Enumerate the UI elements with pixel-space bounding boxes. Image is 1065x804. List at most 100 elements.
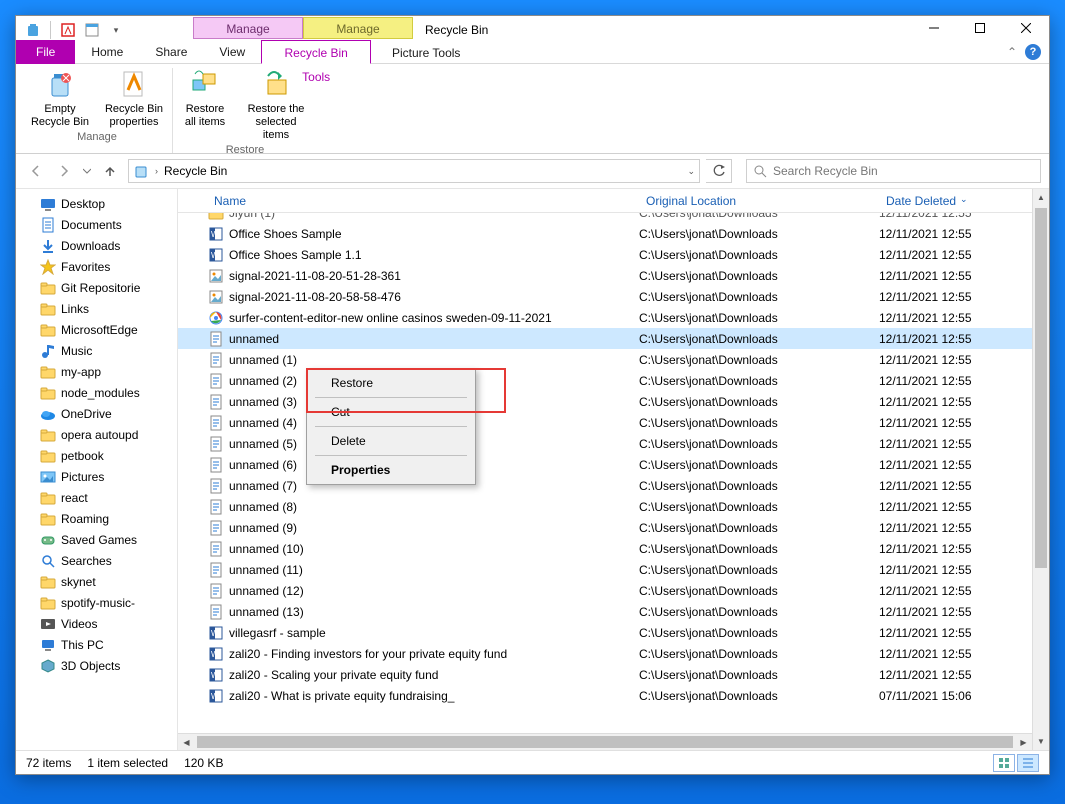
- file-row[interactable]: signal-2021-11-08-20-51-28-361C:\Users\j…: [178, 265, 1049, 286]
- context-restore[interactable]: Restore: [309, 371, 473, 395]
- file-row[interactable]: signal-2021-11-08-20-58-58-476C:\Users\j…: [178, 286, 1049, 307]
- refresh-button[interactable]: [706, 159, 732, 183]
- qat-item-icon[interactable]: [83, 21, 101, 39]
- restore-all-button[interactable]: Restore all items: [179, 68, 231, 142]
- address-path[interactable]: Recycle Bin: [164, 164, 227, 178]
- column-date-deleted[interactable]: Date Deleted ⌄: [880, 194, 1049, 208]
- tree-item[interactable]: spotify-music-: [16, 592, 177, 613]
- file-row[interactable]: unnamed (9)C:\Users\jonat\Downloads12/11…: [178, 517, 1049, 538]
- column-name[interactable]: Name: [208, 194, 640, 208]
- tree-item[interactable]: MicrosoftEdge: [16, 319, 177, 340]
- file-name: unnamed (13): [229, 605, 639, 619]
- collapse-ribbon-icon[interactable]: ⌃: [1007, 45, 1017, 59]
- file-name: unnamed: [229, 332, 639, 346]
- tab-picture-tools[interactable]: Picture Tools: [371, 40, 481, 64]
- tab-view[interactable]: View: [203, 40, 261, 64]
- chevron-right-icon[interactable]: ›: [155, 166, 158, 176]
- tab-share[interactable]: Share: [139, 40, 203, 64]
- file-name: Jiyun (1): [229, 213, 639, 220]
- file-row[interactable]: Wzali20 - What is private equity fundrai…: [178, 685, 1049, 706]
- context-tab-group: Manage Manage: [193, 17, 413, 39]
- address-bar[interactable]: › Recycle Bin ⌄: [128, 159, 700, 183]
- file-row[interactable]: unnamed (13)C:\Users\jonat\Downloads12/1…: [178, 601, 1049, 622]
- tree-item[interactable]: Links: [16, 298, 177, 319]
- navigation-tree[interactable]: DesktopDocumentsDownloadsFavoritesGit Re…: [16, 189, 178, 750]
- file-row[interactable]: WOffice Shoes SampleC:\Users\jonat\Downl…: [178, 223, 1049, 244]
- file-row[interactable]: unnamed (8)C:\Users\jonat\Downloads12/11…: [178, 496, 1049, 517]
- tab-home[interactable]: Home: [75, 40, 139, 64]
- restore-selected-button[interactable]: Restore the selected items: [241, 68, 311, 142]
- tree-item[interactable]: Desktop: [16, 193, 177, 214]
- close-button[interactable]: [1003, 13, 1049, 43]
- column-original-location[interactable]: Original Location: [640, 194, 880, 208]
- tab-recycle-bin-tools[interactable]: Recycle Bin Tools: [261, 40, 371, 64]
- folder-icon: [40, 301, 56, 317]
- file-date-deleted: 12/11/2021 12:55: [879, 374, 1049, 388]
- tree-item[interactable]: Videos: [16, 613, 177, 634]
- scroll-left-button[interactable]: ◀: [178, 734, 195, 750]
- help-icon[interactable]: ?: [1025, 44, 1041, 60]
- context-delete[interactable]: Delete: [309, 429, 473, 453]
- scroll-down-button[interactable]: ▼: [1033, 733, 1049, 750]
- context-tab-manage-1[interactable]: Manage: [193, 17, 303, 39]
- minimize-button[interactable]: [911, 13, 957, 43]
- tree-item[interactable]: Saved Games: [16, 529, 177, 550]
- file-row[interactable]: Wvillegasrf - sampleC:\Users\jonat\Downl…: [178, 622, 1049, 643]
- tree-item[interactable]: opera autoupd: [16, 424, 177, 445]
- tree-item[interactable]: This PC: [16, 634, 177, 655]
- qat-dropdown-icon[interactable]: ▾: [107, 21, 125, 39]
- tree-item[interactable]: Pictures: [16, 466, 177, 487]
- search-box[interactable]: Search Recycle Bin: [746, 159, 1041, 183]
- properties-icon[interactable]: [59, 21, 77, 39]
- empty-recycle-bin-button[interactable]: Empty Recycle Bin: [28, 68, 92, 129]
- tree-item[interactable]: OneDrive: [16, 403, 177, 424]
- ribbon-group-manage-label: Manage: [77, 129, 117, 145]
- file-row[interactable]: WOffice Shoes Sample 1.1C:\Users\jonat\D…: [178, 244, 1049, 265]
- file-row[interactable]: unnamed (10)C:\Users\jonat\Downloads12/1…: [178, 538, 1049, 559]
- folder-icon: [40, 595, 56, 611]
- tree-item[interactable]: Roaming: [16, 508, 177, 529]
- tree-item[interactable]: Music: [16, 340, 177, 361]
- context-tab-manage-2[interactable]: Manage: [303, 17, 413, 39]
- scroll-thumb[interactable]: [1035, 208, 1047, 568]
- tab-file[interactable]: File: [16, 40, 75, 64]
- file-row[interactable]: Jiyun (1)C:\Users\jonat\Downloads12/11/2…: [178, 213, 1049, 223]
- forward-button[interactable]: [52, 159, 76, 183]
- tree-item[interactable]: skynet: [16, 571, 177, 592]
- maximize-button[interactable]: [957, 13, 1003, 43]
- tree-item[interactable]: Searches: [16, 550, 177, 571]
- context-cut[interactable]: Cut: [309, 400, 473, 424]
- address-dropdown-icon[interactable]: ⌄: [687, 166, 695, 177]
- file-row[interactable]: Wzali20 - Scaling your private equity fu…: [178, 664, 1049, 685]
- horizontal-scrollbar[interactable]: ◀ ▶: [178, 733, 1032, 750]
- tree-item[interactable]: Favorites: [16, 256, 177, 277]
- context-properties[interactable]: Properties: [309, 458, 473, 482]
- scroll-thumb-h[interactable]: [197, 736, 1013, 748]
- file-row[interactable]: Wzali20 - Finding investors for your pri…: [178, 643, 1049, 664]
- file-row[interactable]: unnamed (1)C:\Users\jonat\Downloads12/11…: [178, 349, 1049, 370]
- scroll-right-button[interactable]: ▶: [1015, 734, 1032, 750]
- tree-item[interactable]: react: [16, 487, 177, 508]
- ribbon: Empty Recycle Bin Recycle Bin properties…: [16, 64, 1049, 154]
- tree-item[interactable]: Downloads: [16, 235, 177, 256]
- recycle-bin-properties-button[interactable]: Recycle Bin properties: [102, 68, 166, 129]
- recent-dropdown-button[interactable]: [80, 159, 94, 183]
- file-row[interactable]: surfer-content-editor-new online casinos…: [178, 307, 1049, 328]
- tree-item[interactable]: petbook: [16, 445, 177, 466]
- view-details-button[interactable]: [1017, 754, 1039, 772]
- file-original-location: C:\Users\jonat\Downloads: [639, 227, 879, 241]
- up-button[interactable]: [98, 159, 122, 183]
- scroll-up-button[interactable]: ▲: [1033, 189, 1049, 206]
- back-button[interactable]: [24, 159, 48, 183]
- file-row[interactable]: unnamed (12)C:\Users\jonat\Downloads12/1…: [178, 580, 1049, 601]
- view-large-icons-button[interactable]: [993, 754, 1015, 772]
- file-row[interactable]: unnamed (11)C:\Users\jonat\Downloads12/1…: [178, 559, 1049, 580]
- tree-item[interactable]: Documents: [16, 214, 177, 235]
- tree-item[interactable]: node_modules: [16, 382, 177, 403]
- vertical-scrollbar[interactable]: ▲ ▼: [1032, 189, 1049, 750]
- tree-item[interactable]: 3D Objects: [16, 655, 177, 676]
- tree-item[interactable]: Git Repositorie: [16, 277, 177, 298]
- folder-icon: [40, 511, 56, 527]
- file-row[interactable]: unnamedC:\Users\jonat\Downloads12/11/202…: [178, 328, 1049, 349]
- tree-item[interactable]: my-app: [16, 361, 177, 382]
